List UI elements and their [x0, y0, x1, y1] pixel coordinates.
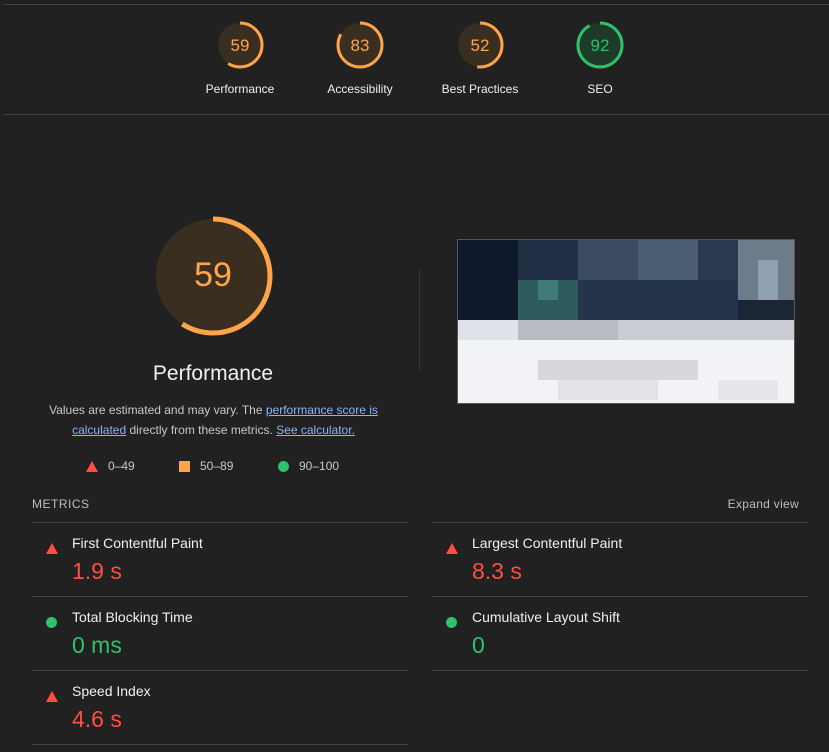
gauge-label: SEO [587, 82, 613, 96]
legend-pass: 90–100 [278, 459, 339, 473]
legend-average-label: 50–89 [200, 459, 234, 473]
expand-view-toggle[interactable]: Expand view [728, 497, 799, 511]
circle-icon [46, 617, 57, 628]
gauge-label: Accessibility [327, 82, 393, 96]
metric-value: 0 [472, 632, 485, 658]
metric-name: Speed Index [72, 683, 151, 699]
summary-gauge-best-practices[interactable]: 52 Best Practices [420, 20, 540, 96]
vertical-divider [419, 270, 420, 370]
performance-gauge: 59 [153, 216, 273, 336]
triangle-icon [446, 543, 458, 554]
metric-total-blocking-time: Total Blocking Time 0 ms [32, 596, 408, 670]
gauge-score: 59 [231, 36, 250, 55]
circle-icon [278, 460, 289, 472]
legend-pass-label: 90–100 [299, 459, 340, 473]
performance-score: 59 [194, 256, 232, 294]
triangle-icon [46, 543, 58, 554]
desc-text: Values are estimated and may vary. The [49, 403, 266, 417]
metric-value: 8.3 s [472, 558, 522, 584]
summary-gauge-seo[interactable]: 92 SEO [540, 20, 660, 96]
summary-gauge-performance[interactable]: 59 Performance [180, 20, 300, 96]
triangle-icon [46, 691, 58, 702]
gauge-ring: 52 [456, 21, 504, 69]
metric-divider [432, 670, 808, 671]
circle-icon [446, 617, 457, 628]
metric-name: Largest Contentful Paint [472, 535, 623, 551]
lighthouse-report: 59 Performance 83 Accessibility 52 Best … [0, 0, 829, 752]
metric-value: 0 ms [72, 632, 122, 658]
see-calculator-link[interactable]: See calculator. [276, 423, 355, 437]
gauge-score: 92 [591, 36, 610, 55]
legend-fail-label: 0–49 [108, 459, 135, 473]
gauge-label: Performance [205, 82, 275, 96]
metric-name: Cumulative Layout Shift [472, 609, 620, 625]
metric-name: First Contentful Paint [72, 535, 203, 551]
metric-largest-contentful-paint: Largest Contentful Paint 8.3 s [432, 522, 808, 596]
metric-speed-index: Speed Index 4.6 s [32, 670, 408, 744]
square-icon [179, 460, 190, 472]
triangle-icon [86, 460, 98, 472]
metric-divider [32, 744, 408, 745]
summary-divider [4, 114, 829, 115]
metric-cumulative-layout-shift: Cumulative Layout Shift 0 [432, 596, 808, 670]
gauge-ring: 83 [336, 21, 384, 69]
final-screenshot-thumbnail[interactable] [457, 239, 795, 404]
metric-first-contentful-paint: First Contentful Paint 1.9 s [32, 522, 408, 596]
gauge-score: 52 [471, 36, 490, 55]
performance-title: Performance [152, 362, 274, 385]
legend-fail: 0–49 [86, 459, 135, 473]
metric-value: 1.9 s [72, 558, 122, 584]
score-description: Values are estimated and may vary. The p… [40, 400, 387, 440]
summary-gauge-accessibility[interactable]: 83 Accessibility [300, 20, 420, 96]
gauge-ring: 59 [216, 21, 264, 69]
metric-name: Total Blocking Time [72, 609, 193, 625]
metrics-header: METRICS [32, 497, 90, 511]
top-divider [4, 4, 829, 5]
metric-value: 4.6 s [72, 706, 122, 732]
gauge-ring: 92 [576, 21, 624, 69]
legend-average: 50–89 [179, 459, 233, 473]
gauge-score: 83 [351, 36, 370, 55]
gauge-label: Best Practices [441, 82, 519, 96]
desc-text: directly from these metrics. [126, 423, 277, 437]
